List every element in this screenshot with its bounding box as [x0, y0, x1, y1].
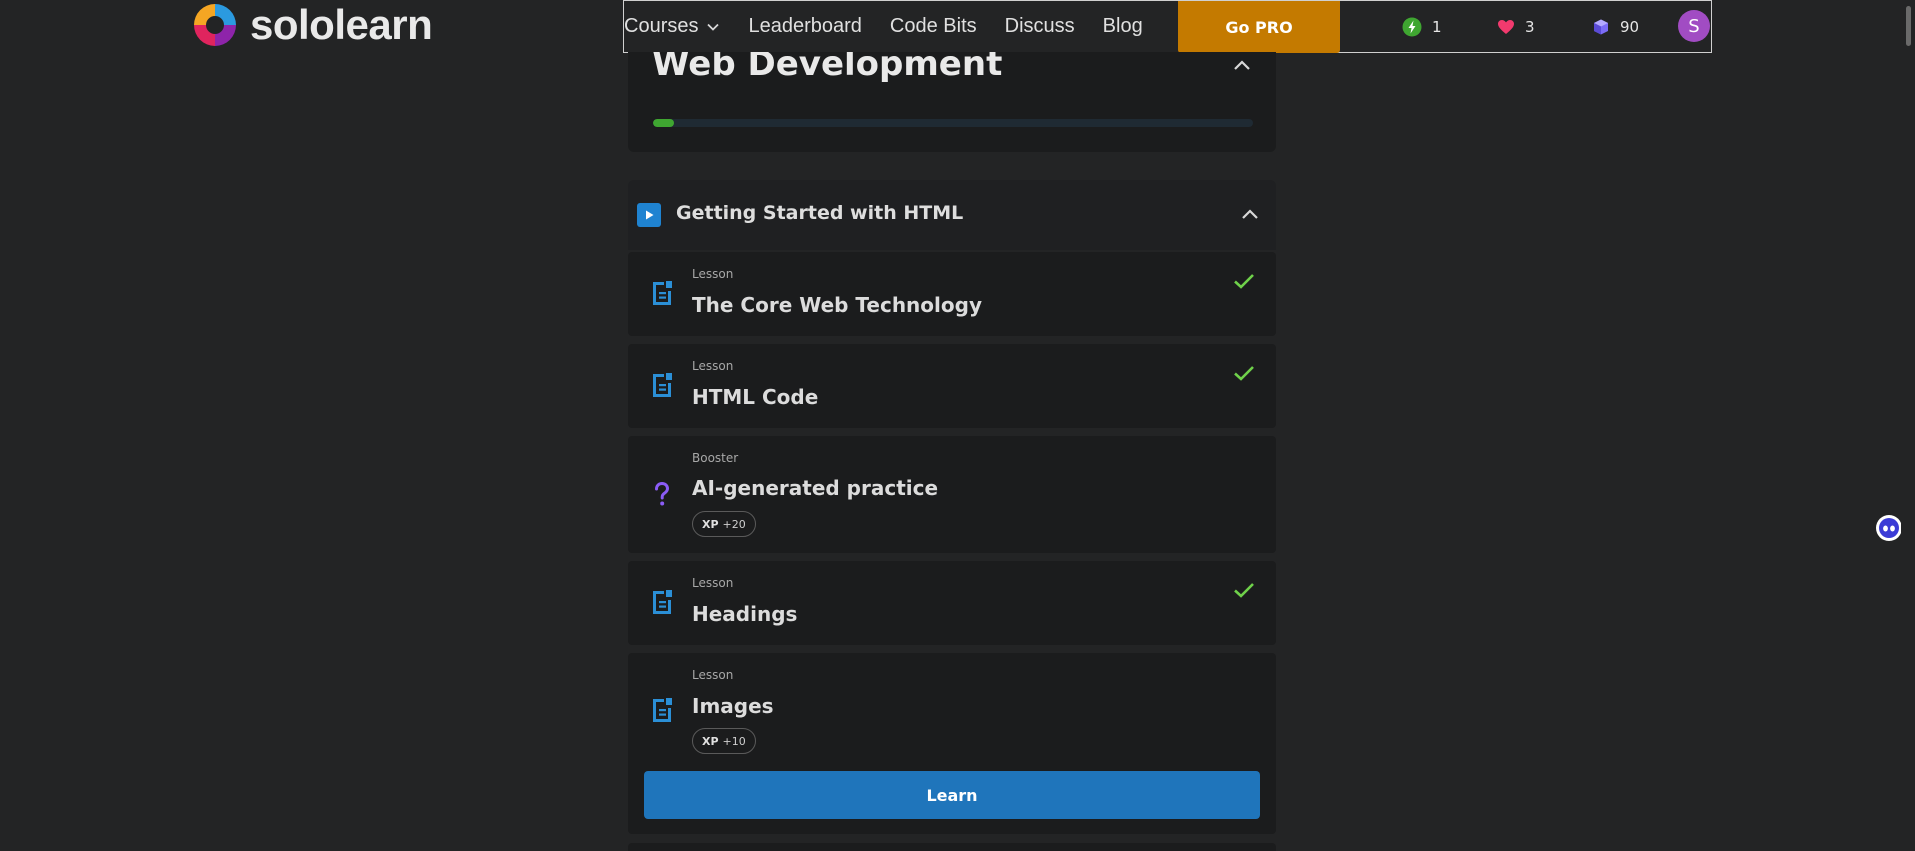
gems-count: 90 [1620, 18, 1640, 36]
module-header[interactable]: Getting Started with HTML [628, 180, 1276, 250]
scrollbar-thumb[interactable] [1906, 6, 1911, 46]
top-navigation: Courses Leaderboard Code Bits Discuss Bl… [623, 0, 1712, 53]
brand-name: sololearn [250, 1, 433, 48]
nav-code-bits[interactable]: Code Bits [890, 15, 977, 38]
xp-label: XP [702, 517, 719, 531]
module-title: Getting Started with HTML [676, 202, 964, 224]
item-type-label: Lesson [692, 576, 734, 590]
streak-count: 1 [1432, 18, 1442, 36]
xp-reward-badge: XP +10 [692, 728, 756, 754]
chevron-down-icon [707, 23, 720, 31]
sololearn-logo[interactable]: sololearn [190, 0, 433, 50]
xp-value: +10 [722, 734, 746, 748]
item-title: Headings [692, 602, 798, 626]
course-progress-fill [653, 119, 674, 127]
nav-discuss[interactable]: Discuss [1005, 15, 1075, 38]
lesson-document-icon [653, 373, 672, 397]
item-title: HTML Code [692, 385, 819, 409]
xp-label: XP [702, 734, 719, 748]
user-avatar[interactable]: S [1678, 10, 1710, 42]
course-progress-bar [653, 119, 1253, 127]
gem-cube-icon [1594, 19, 1608, 35]
nav-courses[interactable]: Courses [624, 15, 720, 38]
hearts-counter[interactable]: 3 [1497, 1, 1535, 53]
item-title: AI-generated practice [692, 476, 939, 500]
item-title: Images [692, 694, 774, 718]
xp-reward-badge: XP +20 [692, 511, 756, 537]
lesson-document-icon [653, 281, 672, 305]
item-title: The Core Web Technology [692, 293, 982, 317]
assistant-bot-icon[interactable] [1876, 515, 1902, 541]
hearts-count: 3 [1525, 18, 1535, 36]
lesson-document-icon [653, 698, 672, 722]
item-type-label: Lesson [692, 267, 734, 281]
sololearn-logo-icon [190, 0, 240, 50]
checkmark-icon [1234, 274, 1254, 289]
streak-counter[interactable]: 1 [1402, 1, 1442, 53]
checkmark-icon [1234, 583, 1254, 598]
chevron-up-icon[interactable] [1230, 54, 1254, 78]
nav-courses-label: Courses [624, 15, 699, 37]
go-pro-button[interactable]: Go PRO [1178, 1, 1340, 53]
item-type-label: Booster [692, 451, 739, 465]
xp-value: +20 [722, 517, 746, 531]
item-type-label: Lesson [692, 359, 734, 373]
lesson-item-images[interactable]: Lesson Images XP +10 Learn [628, 653, 1276, 834]
nav-leaderboard[interactable]: Leaderboard [748, 15, 861, 38]
lesson-item-headings[interactable]: Lesson Headings [628, 561, 1276, 645]
item-type-label: Lesson [692, 668, 734, 682]
checkmark-icon [1234, 366, 1254, 381]
lesson-document-icon [653, 590, 672, 614]
lesson-item-html-code[interactable]: Lesson HTML Code [628, 344, 1276, 428]
play-icon [637, 203, 661, 227]
page-scrollbar[interactable] [1901, 0, 1915, 851]
course-progress-card: Web Development [628, 52, 1276, 152]
lightning-icon [1402, 17, 1422, 37]
heart-icon [1498, 20, 1514, 34]
lesson-item-core-web-technology[interactable]: Lesson The Core Web Technology [628, 252, 1276, 336]
booster-item-ai-practice[interactable]: Booster AI-generated practice XP +20 [628, 436, 1276, 553]
next-module-card[interactable] [628, 843, 1276, 851]
gems-counter[interactable]: 90 [1592, 1, 1639, 53]
nav-blog[interactable]: Blog [1103, 15, 1143, 38]
question-mark-icon [655, 481, 670, 506]
chevron-up-icon[interactable] [1238, 203, 1262, 227]
course-title: Web Development [652, 52, 1003, 84]
learn-button[interactable]: Learn [644, 771, 1260, 819]
